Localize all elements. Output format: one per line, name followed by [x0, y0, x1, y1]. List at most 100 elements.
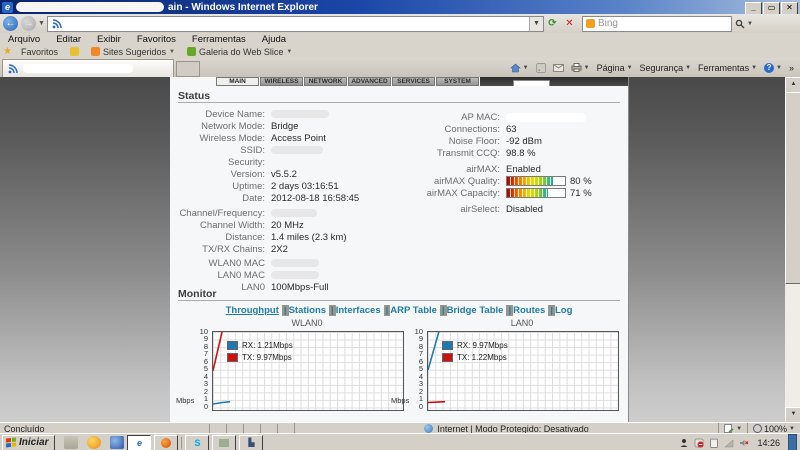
favorites-button[interactable]: Favoritos	[15, 47, 64, 57]
feeds-button[interactable]	[536, 63, 546, 73]
new-tab-button[interactable]	[176, 61, 200, 77]
plot-area: RX: 1.21MbpsTX: 9.97Mbps	[212, 331, 404, 411]
taskbar-button-firefox[interactable]	[154, 435, 178, 450]
airos-header-dropdown-partial[interactable]	[513, 80, 550, 86]
stop-button[interactable]: ✕	[561, 16, 578, 32]
tray-clipboard-icon[interactable]	[709, 438, 719, 448]
address-bar-row: ← → ▼ ▼ ⟳ ✕ Bing ▼	[0, 14, 800, 34]
address-dropdown[interactable]: ▼	[529, 17, 543, 31]
browser-tab-active[interactable]	[2, 59, 174, 77]
link-routes[interactable]: Routes	[513, 305, 545, 316]
window-titlebar: e ain - Windows Internet Explorer _ ▭ ✕	[0, 0, 800, 14]
taskbar-button-ie[interactable]: e	[127, 435, 151, 450]
chart-wlan0: WLAN0 109876543210 Mbps RX: 1.21MbpsTX: …	[176, 318, 402, 413]
row-wireless-mode: Wireless Mode:Access Point	[170, 132, 326, 144]
tab-advanced[interactable]: ADVANCED	[348, 77, 391, 86]
safety-menu-button[interactable]: Segurança▼	[640, 63, 692, 73]
ie-logo-icon: e	[2, 2, 13, 13]
link-stations[interactable]: Stations	[289, 305, 326, 316]
row-ssid: SSID:	[170, 144, 323, 156]
tab-main[interactable]: MAIN	[216, 77, 259, 86]
chart-title: LAN0	[427, 318, 617, 328]
menu-ajuda[interactable]: Ajuda	[254, 34, 294, 45]
menu-exibir[interactable]: Exibir	[89, 34, 129, 45]
taskbar: Iniciar e S ▙ 14:26	[0, 433, 800, 450]
help-menu-button[interactable]: ?▼	[764, 63, 782, 73]
airos-page: MAIN WIRELESS NETWORK ADVANCED SERVICES …	[170, 77, 629, 422]
tab-system[interactable]: SYSTEM	[436, 77, 479, 86]
row-distance: Distance:1.4 miles (2.3 km)	[170, 231, 347, 243]
divider	[178, 102, 620, 103]
app-icon: ▙	[248, 438, 254, 447]
row-network-mode: Network Mode:Bridge	[170, 120, 298, 132]
search-button[interactable]: ▼	[732, 16, 756, 32]
vertical-scrollbar[interactable]: ▲ ▼	[785, 77, 800, 422]
title-redaction-blob	[16, 2, 164, 12]
legend-swatch	[442, 353, 453, 362]
chart-lan0: LAN0 109876543210 Mbps RX: 9.97MbpsTX: 1…	[391, 318, 617, 413]
menu-favoritos[interactable]: Favoritos	[129, 34, 184, 45]
back-button[interactable]: ←	[3, 16, 18, 31]
show-desktop-strip[interactable]	[788, 434, 797, 450]
airos-header-strip	[480, 77, 628, 86]
read-mail-button[interactable]	[553, 64, 564, 72]
printer-icon	[571, 63, 582, 72]
link-log[interactable]: Log	[555, 305, 572, 316]
suggested-sites-icon	[91, 47, 100, 56]
magnifier-icon	[735, 19, 745, 29]
web-slice-gallery-button[interactable]: Galeria do Web Slice ▼	[181, 47, 298, 57]
row-airmax-quality: airMAX Quality: 80 %	[350, 175, 592, 187]
tools-menu-button[interactable]: Ferramentas▼	[698, 63, 757, 73]
tab-services[interactable]: SERVICES	[392, 77, 435, 86]
menu-editar[interactable]: Editar	[48, 34, 89, 45]
favorites-star-icon: ★	[3, 46, 12, 57]
taskbar-button-skype[interactable]: S	[185, 435, 209, 450]
forward-button[interactable]: →	[21, 16, 36, 31]
chart-title: WLAN0	[212, 318, 402, 328]
feeds-icon	[536, 63, 546, 73]
quicklaunch-network-icon[interactable]	[110, 436, 124, 449]
tab-network[interactable]: NETWORK	[304, 77, 347, 86]
search-options-dropdown[interactable]: ▼	[747, 21, 753, 27]
tray-security-icon[interactable]	[694, 438, 704, 448]
menu-ferramentas[interactable]: Ferramentas	[184, 34, 254, 45]
refresh-button[interactable]: ⟳	[544, 16, 561, 32]
scroll-thumb[interactable]	[785, 92, 800, 284]
quicklaunch-show-desktop-icon[interactable]	[64, 436, 78, 449]
tray-network-signal-icon[interactable]	[724, 438, 734, 448]
link-interfaces[interactable]: Interfaces	[336, 305, 381, 316]
chevron-down-icon: ▼	[169, 49, 175, 55]
link-arp-table[interactable]: ARP Table	[390, 305, 437, 316]
row-transmit-ccq: Transmit CCQ:98.8 %	[350, 147, 536, 159]
commandbar-overflow-button[interactable]: »	[789, 63, 794, 73]
nav-history-dropdown[interactable]: ▼	[38, 20, 45, 27]
home-button[interactable]: ▼	[510, 63, 529, 73]
tab-wireless[interactable]: WIRELESS	[260, 77, 303, 86]
redaction-blob	[271, 110, 329, 118]
taskbar-button-app1[interactable]	[212, 435, 236, 450]
start-button[interactable]: Iniciar	[2, 435, 55, 450]
feed-favicon-icon	[51, 18, 63, 30]
link-bridge-table[interactable]: Bridge Table	[447, 305, 504, 316]
zoom-icon	[753, 424, 762, 433]
airmax-quality-bar	[506, 176, 566, 186]
suggested-sites-button[interactable]: Sites Sugeridos ▼	[85, 47, 181, 57]
status-heading: Status	[178, 90, 210, 102]
print-button[interactable]: ▼	[571, 63, 590, 72]
taskbar-clock[interactable]: 14:26	[754, 438, 783, 448]
row-date: Date:2012-08-18 16:58:45	[170, 192, 359, 204]
quicklaunch-media-icon[interactable]	[87, 436, 101, 449]
status-segment	[226, 424, 243, 433]
taskbar-button-app2[interactable]: ▙	[239, 435, 263, 450]
address-input[interactable]: ▼	[47, 16, 544, 32]
airmax-quality-value: 80 %	[570, 176, 592, 187]
search-input[interactable]: Bing	[582, 16, 732, 32]
page-menu-button[interactable]: Página▼	[597, 63, 633, 73]
tray-user-icon[interactable]	[679, 438, 689, 448]
ie-icon: e	[137, 438, 142, 448]
legend-swatch	[227, 353, 238, 362]
link-throughput[interactable]: Throughput	[226, 305, 279, 316]
tray-volume-muted-icon[interactable]	[739, 438, 749, 448]
add-favorite-button[interactable]	[64, 47, 85, 56]
menu-arquivo[interactable]: Arquivo	[0, 34, 48, 45]
